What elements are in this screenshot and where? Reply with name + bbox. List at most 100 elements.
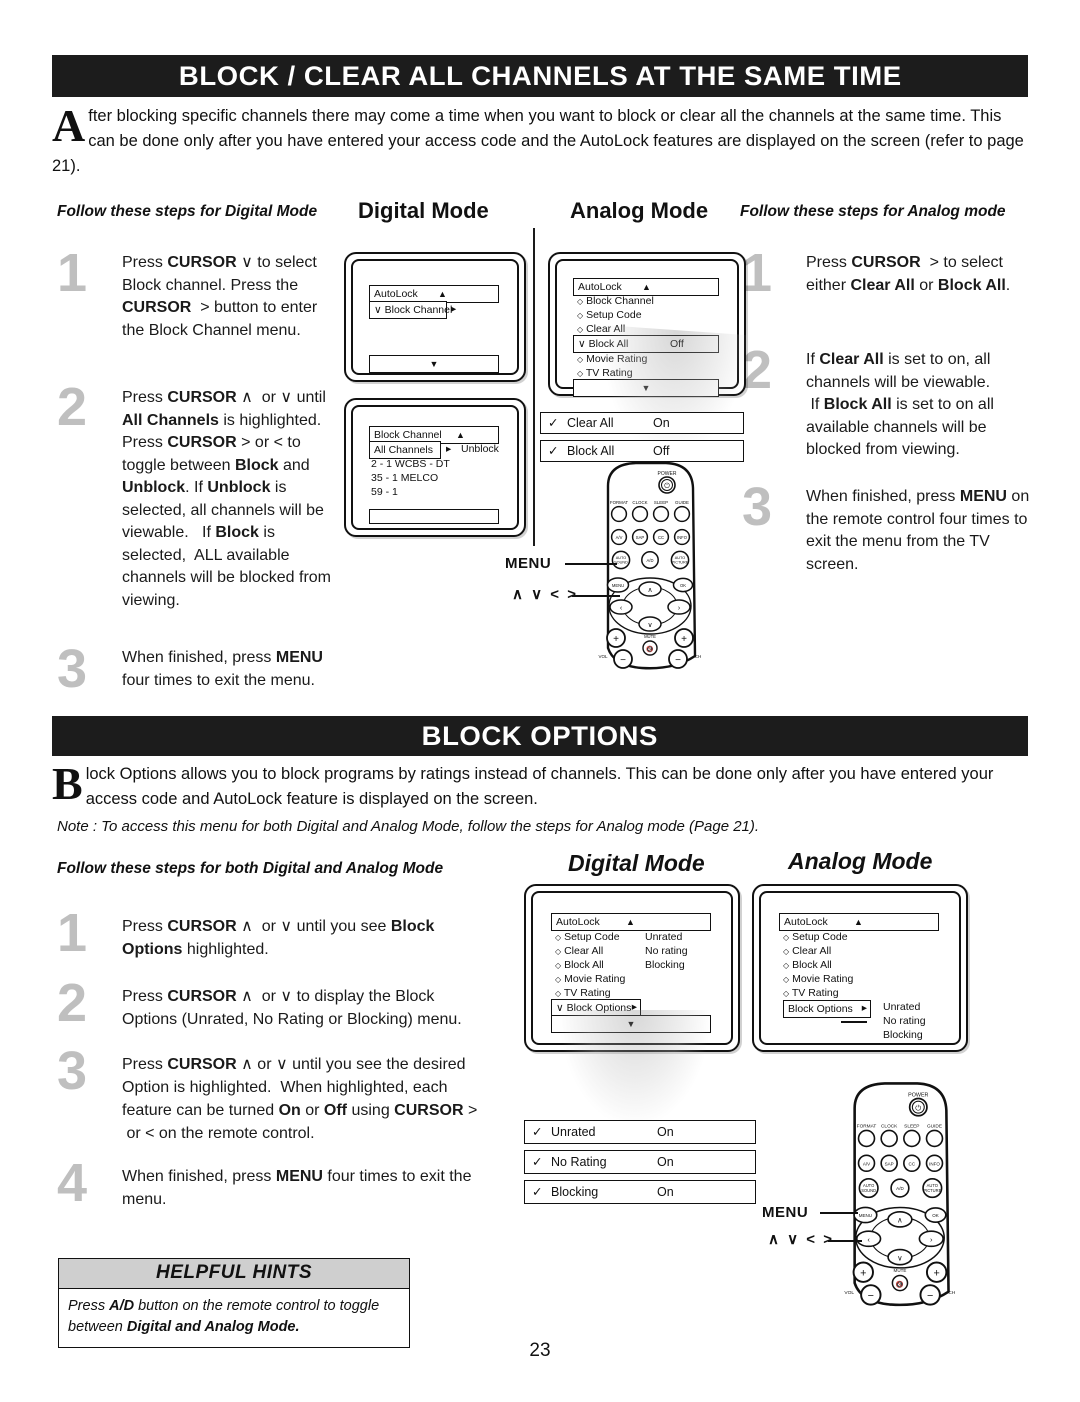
svg-text:∧: ∧ xyxy=(647,587,652,594)
up-arrow-icon: ▲ xyxy=(438,289,447,299)
osd-menu-item-label: Setup Code xyxy=(586,309,642,321)
svg-text:AUTO: AUTO xyxy=(616,556,627,560)
svg-text:−: − xyxy=(675,655,681,666)
svg-text:MUTE: MUTE xyxy=(894,1268,907,1273)
osd-menu-item: ◇ Clear All xyxy=(555,944,603,959)
osd-underline-marker xyxy=(841,1021,867,1023)
osd-menu-item-label: Setup Code xyxy=(792,931,848,943)
osd-menu-item: ◇ Setup Code xyxy=(555,930,620,945)
step-text: Press CURSOR ∧ or ∨ to display the Block… xyxy=(122,988,462,1028)
osd-title: AutoLock xyxy=(556,916,600,928)
svg-text:MENU: MENU xyxy=(612,583,624,588)
svg-text:SLEEP: SLEEP xyxy=(904,1124,919,1130)
osd-side-value: Blocking xyxy=(645,959,685,971)
svg-text:VOL: VOL xyxy=(598,654,608,659)
osd-menu-item-label: Clear All xyxy=(564,945,604,957)
svg-text:⏻: ⏻ xyxy=(915,1103,922,1112)
section-banner-block-clear: BLOCK / CLEAR ALL CHANNELS AT THE SAME T… xyxy=(52,55,1028,97)
section1-left-colhead: Follow these steps for Digital Mode xyxy=(57,203,318,220)
osd-menu-item: ◇ Setup Code xyxy=(783,930,848,945)
osd-menu-item-label: Movie Rating xyxy=(564,973,626,985)
osd-menu-item-label: Block All xyxy=(792,959,832,971)
option-label: No Rating xyxy=(551,1155,607,1169)
svg-text:SLEEP: SLEEP xyxy=(654,500,668,505)
osd-bottom-bar xyxy=(369,509,499,524)
step-number: 1 xyxy=(742,243,773,303)
svg-text:POWER: POWER xyxy=(658,471,677,477)
svg-text:SAP: SAP xyxy=(885,1161,894,1166)
helpful-hints-title: HELPFUL HINTS xyxy=(59,1259,409,1289)
svg-text:∨: ∨ xyxy=(897,1253,903,1262)
osd-menu-item: ◇ Setup Code xyxy=(577,308,642,323)
diamond-bullet-icon: ◇ xyxy=(783,961,790,970)
section-banner-block-options: BLOCK OPTIONS xyxy=(52,716,1028,756)
osd-title-bar: AutoLock ▲ xyxy=(551,913,711,931)
section1-intro-text: fter blocking specific channels there ma… xyxy=(52,107,1024,175)
svg-text:+: + xyxy=(934,1268,940,1280)
osd-menu-item: ◇ TV Rating xyxy=(783,986,839,1001)
svg-text:GUIDE: GUIDE xyxy=(927,1124,942,1130)
right-arrow-icon: ▸ xyxy=(451,303,457,315)
section1-right-colhead: Follow these steps for Analog mode xyxy=(740,203,1006,220)
svg-text:∨: ∨ xyxy=(647,622,652,629)
remote-menu-label-bottom: MENU xyxy=(762,1204,809,1221)
svg-text:−: − xyxy=(868,1290,874,1302)
osd-menu-item-label: Clear All xyxy=(792,945,832,957)
step-text: Press CURSOR ∧ or ∨ until you see the de… xyxy=(122,1056,478,1142)
osd-menu-item-label: Block All xyxy=(564,959,604,971)
option-value: On xyxy=(657,1155,674,1169)
remote-cursor-label-bottom: ∧ ∨ < > xyxy=(768,1231,834,1248)
right-arrow-icon: ▸ xyxy=(446,443,452,455)
step-text: When finished, press MENU four times to … xyxy=(122,1168,472,1208)
svg-text:FORMAT: FORMAT xyxy=(610,500,629,505)
svg-text:A/D: A/D xyxy=(647,558,654,563)
check-icon: ✓ xyxy=(548,444,559,458)
step-number: 1 xyxy=(57,903,88,963)
osd-channel-item: 59 - 1 xyxy=(371,486,398,498)
up-arrow-icon: ▲ xyxy=(626,917,635,927)
diamond-bullet-icon: ◇ xyxy=(577,369,584,378)
block-options-analog-screen: AutoLock ▲ ◇ Setup Code ◇ Clear All ◇ Bl… xyxy=(752,884,968,1052)
osd-title: Block Channel xyxy=(374,429,442,441)
diamond-bullet-icon: ◇ xyxy=(555,947,562,956)
check-icon: ∨ xyxy=(578,338,586,350)
step-text: When finished, press MENU four times to … xyxy=(122,649,323,689)
osd-channel-item: 35 - 1 MELCO xyxy=(371,472,439,484)
svg-text:A/D: A/D xyxy=(896,1186,904,1191)
remote-cursor-label-top: ∧ ∨ < > xyxy=(512,586,578,603)
osd-selected-item: ∨ Block Channel xyxy=(369,301,452,319)
step-number: 2 xyxy=(57,973,88,1033)
step-number: 3 xyxy=(57,639,88,699)
step-text: Press CURSOR > to select either Clear Al… xyxy=(806,254,1011,294)
step-number: 3 xyxy=(57,1041,88,1101)
diamond-bullet-icon: ◇ xyxy=(555,989,562,998)
svg-text:A/V: A/V xyxy=(616,535,623,540)
diamond-bullet-icon: ◇ xyxy=(555,933,562,942)
check-icon: ✓ xyxy=(532,1185,543,1199)
svg-text:OK: OK xyxy=(680,583,686,588)
osd-side-value: Unrated xyxy=(645,931,683,943)
remote-control-svg: POWER ⏻ FORMAT CLOCK SLEEP GUIDE A/V SAP… xyxy=(598,461,702,670)
down-arrow-icon: ▼ xyxy=(429,359,439,369)
menu-leader-line xyxy=(820,1212,858,1214)
osd-menu-item: ◇ Movie Rating xyxy=(555,972,625,987)
svg-text:PICTURE: PICTURE xyxy=(923,1188,941,1193)
osd-menu-item-label: Setup Code xyxy=(564,931,620,943)
cursor-leader-line xyxy=(572,595,620,597)
svg-text:VOL: VOL xyxy=(844,1290,854,1296)
osd-title: AutoLock xyxy=(578,281,622,293)
svg-text:−: − xyxy=(927,1290,933,1302)
svg-text:AUTO: AUTO xyxy=(675,556,686,560)
remote-control-diagram-bottom: POWER ⏻ FORMAT CLOCK SLEEP GUIDE A/V SAP… xyxy=(818,1078,983,1310)
check-icon: ∨ xyxy=(374,304,382,316)
manual-page: BLOCK / CLEAR ALL CHANNELS AT THE SAME T… xyxy=(0,0,1080,1402)
section1-digital-head: Digital Mode xyxy=(358,198,489,223)
step-text: Press CURSOR ∧ or ∨ until All Channels i… xyxy=(122,389,331,609)
osd-menu-item: ◇ Block Channel xyxy=(577,294,654,309)
osd-selected-label: All Channels xyxy=(374,444,433,456)
diamond-bullet-icon: ◇ xyxy=(783,933,790,942)
helpful-hints-box: HELPFUL HINTS Press A/D button on the re… xyxy=(58,1258,410,1348)
svg-text:CH: CH xyxy=(695,654,702,659)
helpful-hints-body: Press A/D button on the remote control t… xyxy=(68,1298,380,1335)
diamond-bullet-icon: ◇ xyxy=(555,961,562,970)
